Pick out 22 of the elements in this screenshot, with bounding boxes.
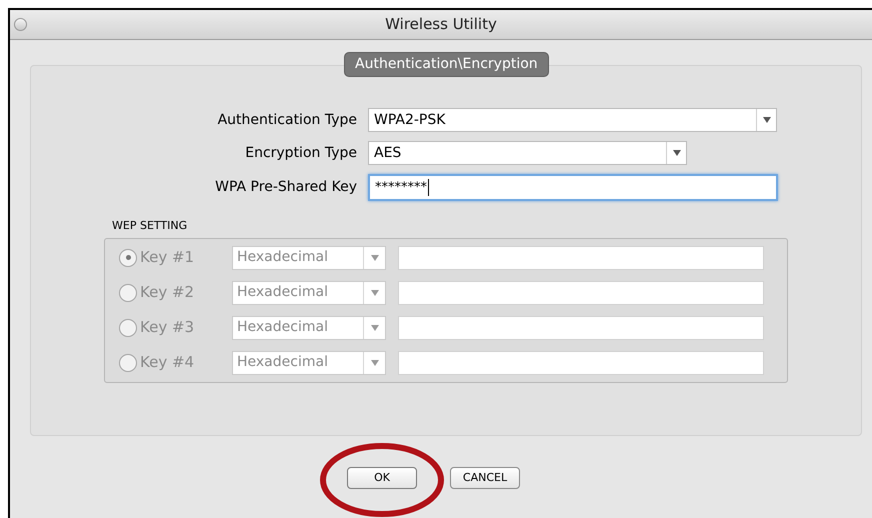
dropdown-field[interactable]: AES <box>368 141 687 165</box>
dialog-button[interactable]: CANCEL <box>450 467 520 490</box>
caret-icon <box>370 290 378 296</box>
dialog-button[interactable]: OK <box>347 467 417 490</box>
caret-icon <box>672 150 680 156</box>
caret-icon <box>370 254 378 260</box>
tab[interactable]: Authentication\Encryption <box>344 52 549 77</box>
group-title: WEP SETTING <box>112 218 188 234</box>
key-label: Key #2 <box>140 282 196 304</box>
caret-icon <box>762 117 770 123</box>
key-label: Key #4 <box>140 352 196 374</box>
key-label: Key #3 <box>140 317 196 338</box>
caret-icon <box>370 324 378 330</box>
window-title: Wireless Utility <box>385 14 497 36</box>
key-label: Key #1 <box>140 247 196 268</box>
field-label: Authentication Type <box>216 110 358 130</box>
field-label: Encryption Type <box>244 144 358 162</box>
caret-icon <box>370 360 378 366</box>
field-label: WPA Pre-Shared Key <box>214 178 358 197</box>
dropdown-field[interactable]: WPA2-PSK <box>368 108 777 132</box>
window-button-icon[interactable] <box>14 18 27 31</box>
password-field[interactable]: ******** <box>368 174 778 201</box>
